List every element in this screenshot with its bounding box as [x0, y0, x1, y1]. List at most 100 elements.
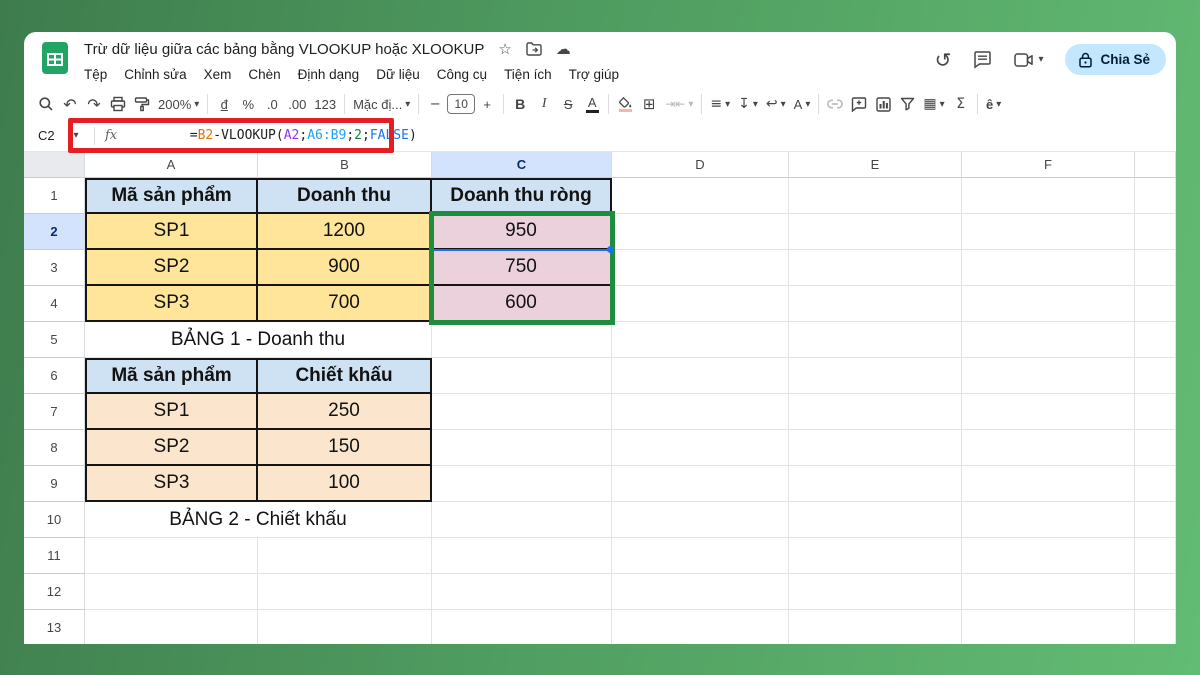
row-header-1[interactable]: 1	[24, 178, 85, 214]
decrease-font-size-button[interactable]: −	[423, 91, 447, 117]
horizontal-align-button[interactable]: ≡▾	[706, 91, 734, 117]
cell-F10[interactable]	[962, 502, 1135, 538]
cell-F8[interactable]	[962, 430, 1135, 466]
cell-F6[interactable]	[962, 358, 1135, 394]
borders-button[interactable]: ⊞	[637, 91, 661, 117]
cell-A8[interactable]: SP2	[85, 430, 258, 466]
menu-help[interactable]: Trợ giúp	[569, 67, 619, 82]
cell-D9[interactable]	[612, 466, 789, 502]
cell-E6[interactable]	[789, 358, 962, 394]
increase-font-size-button[interactable]: +	[475, 91, 499, 117]
cell-C2[interactable]: 950	[432, 214, 612, 250]
cell-A13[interactable]	[85, 610, 258, 644]
cell-G11[interactable]	[1135, 538, 1176, 574]
cell-E10[interactable]	[789, 502, 962, 538]
cell-E1[interactable]	[789, 178, 962, 214]
version-history-icon[interactable]: ↺	[935, 50, 952, 70]
cell-F9[interactable]	[962, 466, 1135, 502]
insert-link-button[interactable]	[823, 91, 847, 117]
cell-B6[interactable]: Chiết khấu	[258, 358, 432, 394]
cell-G8[interactable]	[1135, 430, 1176, 466]
input-tools-button[interactable]: ê▾	[982, 91, 1006, 117]
cell-F1[interactable]	[962, 178, 1135, 214]
row-header-4[interactable]: 4	[24, 286, 85, 322]
cell-B9[interactable]: 100	[258, 466, 432, 502]
cell-A5[interactable]: BẢNG 1 - Doanh thu	[85, 322, 432, 358]
cell-D13[interactable]	[612, 610, 789, 644]
cloud-status-icon[interactable]: ☁	[556, 42, 571, 57]
menu-insert[interactable]: Chèn	[248, 67, 280, 82]
cell-E13[interactable]	[789, 610, 962, 644]
text-wrap-button[interactable]: ↩▾	[762, 91, 790, 117]
row-header-8[interactable]: 8	[24, 430, 85, 466]
text-rotation-button[interactable]: A▾	[790, 91, 815, 117]
row-header-11[interactable]: 11	[24, 538, 85, 574]
cell-D6[interactable]	[612, 358, 789, 394]
text-color-button[interactable]: A	[580, 91, 604, 117]
cell-A9[interactable]: SP3	[85, 466, 258, 502]
cell-F2[interactable]	[962, 214, 1135, 250]
cell-F13[interactable]	[962, 610, 1135, 644]
search-button[interactable]	[34, 91, 58, 117]
column-header-F[interactable]: F	[962, 152, 1135, 178]
cell-D4[interactable]	[612, 286, 789, 322]
functions-button[interactable]: Σ	[949, 91, 973, 117]
cell-B2[interactable]: 1200	[258, 214, 432, 250]
cell-G9[interactable]	[1135, 466, 1176, 502]
row-header-2[interactable]: 2	[24, 214, 85, 250]
cell-G3[interactable]	[1135, 250, 1176, 286]
vertical-align-button[interactable]: ↧▾	[734, 91, 762, 117]
name-box-dropdown-icon[interactable]: ▾	[64, 130, 88, 141]
cell-G13[interactable]	[1135, 610, 1176, 644]
cell-E2[interactable]	[789, 214, 962, 250]
menu-view[interactable]: Xem	[204, 67, 232, 82]
cell-G10[interactable]	[1135, 502, 1176, 538]
create-filter-button[interactable]	[895, 91, 919, 117]
cell-D7[interactable]	[612, 394, 789, 430]
cell-D8[interactable]	[612, 430, 789, 466]
cell-F11[interactable]	[962, 538, 1135, 574]
cell-B11[interactable]	[258, 538, 432, 574]
cell-D2[interactable]	[612, 214, 789, 250]
cell-A11[interactable]	[85, 538, 258, 574]
table-views-button[interactable]: ▦▾	[919, 91, 948, 117]
meet-button[interactable]: ▾	[1014, 53, 1043, 67]
cell-E12[interactable]	[789, 574, 962, 610]
cell-D10[interactable]	[612, 502, 789, 538]
cell-C6[interactable]	[432, 358, 612, 394]
cell-E4[interactable]	[789, 286, 962, 322]
cell-C12[interactable]	[432, 574, 612, 610]
menu-edit[interactable]: Chỉnh sửa	[124, 67, 186, 82]
cell-F3[interactable]	[962, 250, 1135, 286]
document-title[interactable]: Trừ dữ liệu giữa các bảng bằng VLOOKUP h…	[84, 41, 484, 58]
column-header-D[interactable]: D	[612, 152, 789, 178]
cell-D5[interactable]	[612, 322, 789, 358]
cell-G7[interactable]	[1135, 394, 1176, 430]
row-header-3[interactable]: 3	[24, 250, 85, 286]
fill-color-button[interactable]	[613, 91, 637, 117]
cell-C7[interactable]	[432, 394, 612, 430]
column-header-E[interactable]: E	[789, 152, 962, 178]
cell-B12[interactable]	[258, 574, 432, 610]
cell-B8[interactable]: 150	[258, 430, 432, 466]
cell-F12[interactable]	[962, 574, 1135, 610]
cell-B7[interactable]: 250	[258, 394, 432, 430]
italic-button[interactable]: I	[532, 91, 556, 117]
column-header-C[interactable]: C	[432, 152, 612, 178]
menu-data[interactable]: Dữ liệu	[376, 67, 420, 82]
cell-A1[interactable]: Mã sản phẩm	[85, 178, 258, 214]
cell-C1[interactable]: Doanh thu ròng	[432, 178, 612, 214]
menu-tools[interactable]: Công cụ	[437, 67, 487, 82]
cell-E8[interactable]	[789, 430, 962, 466]
cell-B1[interactable]: Doanh thu	[258, 178, 432, 214]
row-header-12[interactable]: 12	[24, 574, 85, 610]
cell-G12[interactable]	[1135, 574, 1176, 610]
merge-cells-button[interactable]: ⇥⇤▾	[661, 91, 697, 117]
cell-F7[interactable]	[962, 394, 1135, 430]
cell-D1[interactable]	[612, 178, 789, 214]
font-size-input[interactable]: 10	[447, 94, 475, 114]
row-header-6[interactable]: 6	[24, 358, 85, 394]
column-header-B[interactable]: B	[258, 152, 432, 178]
cell-A10[interactable]: BẢNG 2 - Chiết khấu	[85, 502, 432, 538]
cell-D12[interactable]	[612, 574, 789, 610]
